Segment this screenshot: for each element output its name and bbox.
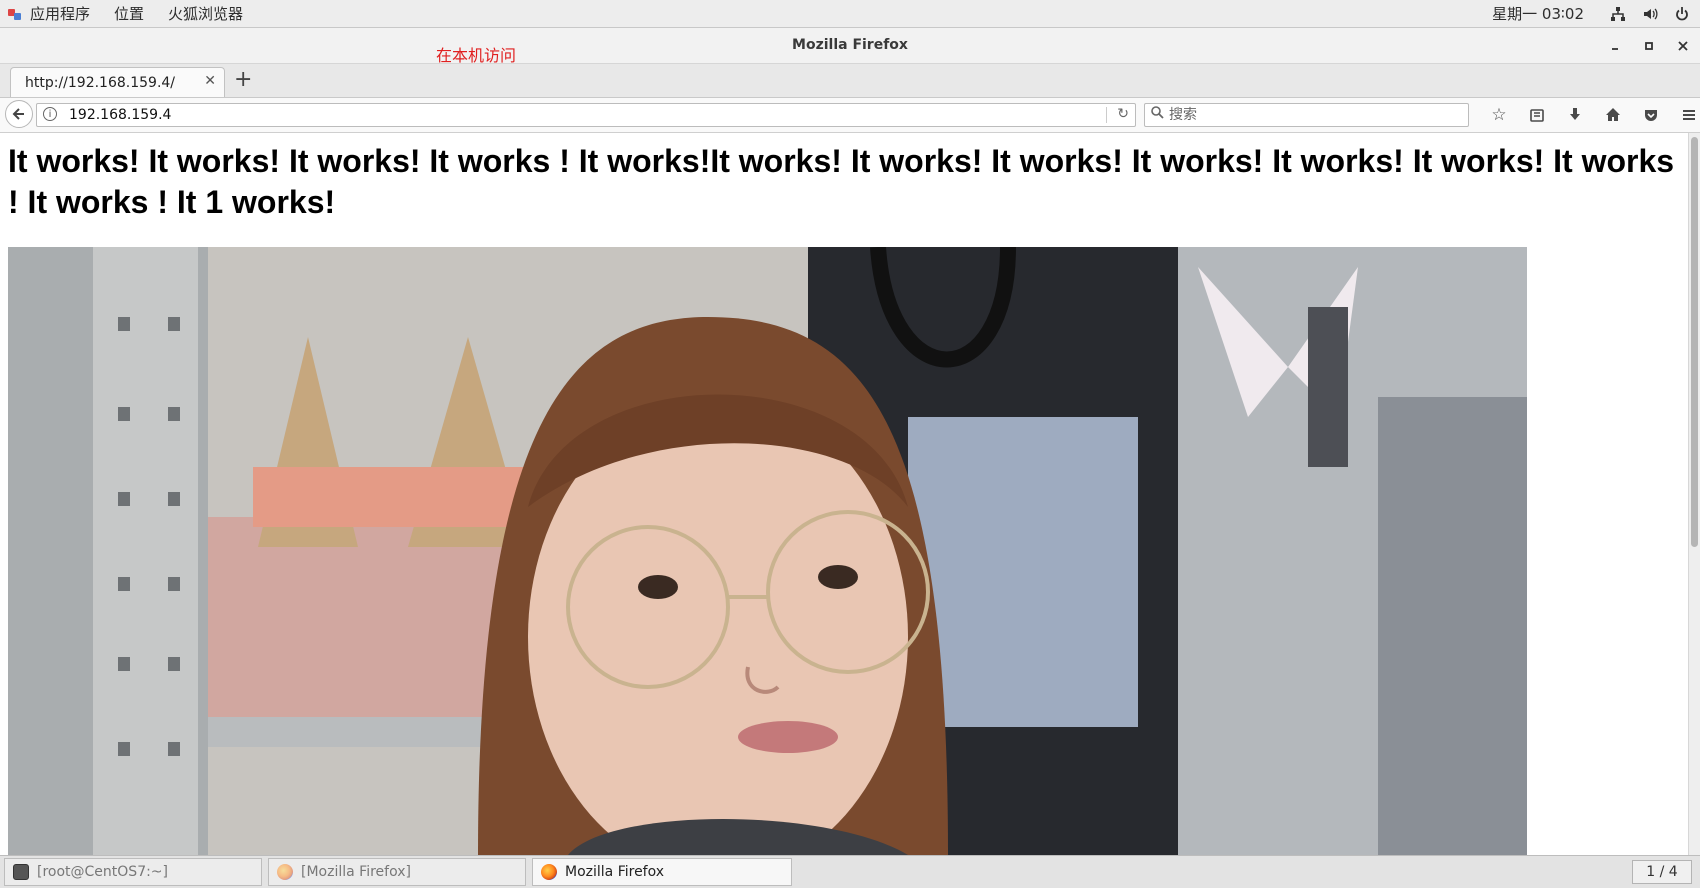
taskbar-item-terminal[interactable]: [root@CentOS7:~] [4, 858, 262, 886]
window-list-taskbar: [root@CentOS7:~] [Mozilla Firefox] Mozil… [0, 855, 1700, 888]
bookmarks-library-icon[interactable] [1518, 98, 1556, 132]
menu-places[interactable]: 位置 [114, 3, 144, 24]
url-text[interactable]: 192.168.159.4 [69, 107, 171, 123]
page-content: It works! It works! It works! It works !… [0, 133, 1688, 855]
tab-close-icon[interactable]: ✕ [204, 73, 216, 89]
downloads-icon[interactable] [1556, 98, 1594, 132]
minimize-button[interactable] [1598, 28, 1632, 63]
toolbar-icons: ☆ [1480, 98, 1700, 132]
terminal-icon [13, 864, 29, 880]
gnome-top-bar: 应用程序 位置 火狐浏览器 星期一 03∶02 [0, 0, 1700, 28]
hamburger-menu-icon[interactable] [1670, 98, 1700, 132]
url-separator [1106, 107, 1107, 123]
search-icon [1151, 106, 1164, 123]
site-info-icon[interactable]: i [43, 107, 57, 121]
taskbar-item-label: [Mozilla Firefox] [301, 864, 411, 880]
close-window-button[interactable] [1666, 28, 1700, 63]
applications-menu[interactable]: 应用程序 [0, 3, 114, 24]
tab-current[interactable]: http://192.168.159.4/ ✕ [10, 67, 225, 97]
taskbar-item-label: Mozilla Firefox [565, 864, 665, 880]
search-input[interactable] [1169, 105, 1459, 125]
window-titlebar[interactable]: Mozilla Firefox 在本机访问 [0, 28, 1700, 65]
page-heading: It works! It works! It works! It works !… [8, 143, 1675, 220]
back-button[interactable] [5, 100, 33, 128]
close-icon [1678, 40, 1688, 51]
navigation-bar: i 192.168.159.4 ↻ ☆ [0, 98, 1700, 133]
reload-icon[interactable]: ↻ [1117, 106, 1129, 122]
volume-icon[interactable] [1642, 6, 1658, 22]
page-scrollbar[interactable] [1688, 133, 1700, 855]
photo-image [8, 247, 1527, 855]
new-tab-button[interactable]: + [234, 68, 252, 92]
pocket-icon[interactable] [1632, 98, 1670, 132]
bookmark-star-icon[interactable]: ☆ [1480, 98, 1518, 132]
clock[interactable]: 星期一 03∶02 [1492, 3, 1584, 24]
taskbar-item-firefox-active[interactable]: Mozilla Firefox [532, 858, 792, 886]
maximize-icon [1645, 41, 1653, 50]
workspace-pager[interactable]: 1 / 4 [1632, 860, 1692, 884]
minimize-icon [1612, 47, 1618, 50]
window-title: Mozilla Firefox [792, 37, 908, 53]
window-controls [1598, 28, 1700, 63]
url-bar[interactable]: i 192.168.159.4 ↻ [36, 103, 1136, 127]
network-icon[interactable] [1610, 6, 1626, 22]
tab-strip: http://192.168.159.4/ ✕ + [0, 64, 1700, 98]
taskbar-item-firefox-minimized[interactable]: [Mozilla Firefox] [268, 858, 526, 886]
menu-firefox[interactable]: 火狐浏览器 [168, 3, 243, 24]
power-icon[interactable] [1674, 6, 1690, 22]
tab-title: http://192.168.159.4/ [25, 75, 176, 91]
applications-icon [8, 7, 22, 21]
firefox-icon [277, 864, 293, 880]
system-tray: 星期一 03∶02 [1492, 0, 1690, 27]
red-annotation: 在本机访问 [436, 46, 517, 65]
firefox-icon [541, 864, 557, 880]
menu-applications[interactable]: 应用程序 [30, 3, 90, 24]
scrollbar-thumb[interactable] [1691, 137, 1698, 547]
home-icon[interactable] [1594, 98, 1632, 132]
taskbar-item-label: [root@CentOS7:~] [37, 864, 169, 880]
search-bar[interactable] [1144, 103, 1469, 127]
back-arrow-icon [12, 108, 24, 120]
maximize-button[interactable] [1632, 28, 1666, 63]
